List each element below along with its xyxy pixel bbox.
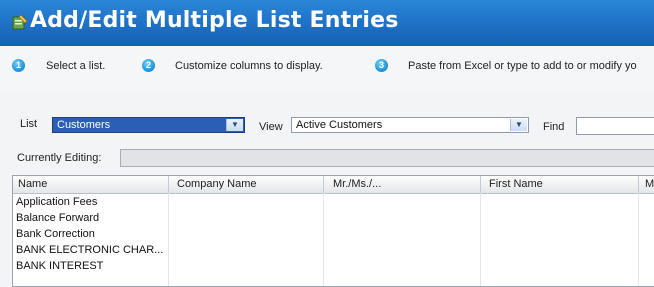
title-bar: Add/Edit Multiple List Entries [0, 0, 654, 46]
column-divider[interactable] [323, 176, 324, 193]
column-divider[interactable] [168, 176, 169, 193]
column-header-middle[interactable]: M. [645, 178, 654, 190]
cell-name[interactable]: BANK ELECTRONIC CHAR... [16, 244, 163, 256]
table-row[interactable]: Balance Forward [13, 210, 654, 226]
entries-table: Name Company Name Mr./Ms./... First Name… [12, 175, 654, 287]
steps-bar: 1 Select a list. 2 Customize columns to … [0, 46, 654, 92]
view-label: View [259, 121, 283, 133]
chevron-down-icon[interactable]: ▼ [226, 119, 243, 131]
window-title: Add/Edit Multiple List Entries [30, 8, 399, 33]
chevron-down-icon[interactable]: ▼ [510, 119, 527, 131]
find-label: Find [543, 121, 565, 133]
column-header-first-name[interactable]: First Name [489, 178, 543, 190]
cell-name[interactable]: Balance Forward [16, 212, 99, 224]
table-row[interactable]: BANK ELECTRONIC CHAR... [13, 242, 654, 258]
column-divider[interactable] [638, 176, 639, 193]
currently-editing-label: Currently Editing: [17, 152, 102, 164]
column-header-company-name[interactable]: Company Name [177, 178, 256, 190]
find-input[interactable] [576, 117, 654, 135]
step-3-badge: 3 [375, 59, 388, 72]
column-divider[interactable] [480, 176, 481, 193]
cell-name[interactable]: BANK INTEREST [16, 260, 103, 272]
list-dropdown-value: Customers [57, 119, 111, 131]
step-2-text: Customize columns to display. [175, 60, 323, 72]
column-header-name[interactable]: Name [18, 178, 47, 190]
cell-name[interactable]: Bank Correction [16, 228, 95, 240]
step-3-text: Paste from Excel or type to add to or mo… [408, 60, 637, 72]
quickbooks-pencil-icon [12, 14, 28, 30]
list-dropdown[interactable]: Customers ▼ [52, 117, 245, 133]
column-header-salutation[interactable]: Mr./Ms./... [333, 178, 381, 190]
step-1-badge: 1 [12, 59, 25, 72]
cell-name[interactable]: Application Fees [16, 196, 97, 208]
table-row[interactable]: Application Fees [13, 194, 654, 210]
step-2-badge: 2 [142, 59, 155, 72]
view-dropdown[interactable]: Active Customers ▼ [291, 117, 529, 133]
table-row[interactable]: Bank Correction [13, 226, 654, 242]
view-dropdown-value: Active Customers [296, 119, 383, 131]
table-header: Name Company Name Mr./Ms./... First Name… [13, 176, 654, 194]
table-row[interactable]: BANK INTEREST [13, 258, 654, 274]
step-1-text: Select a list. [46, 60, 106, 72]
currently-editing-field [120, 149, 654, 167]
list-label: List [20, 118, 38, 130]
